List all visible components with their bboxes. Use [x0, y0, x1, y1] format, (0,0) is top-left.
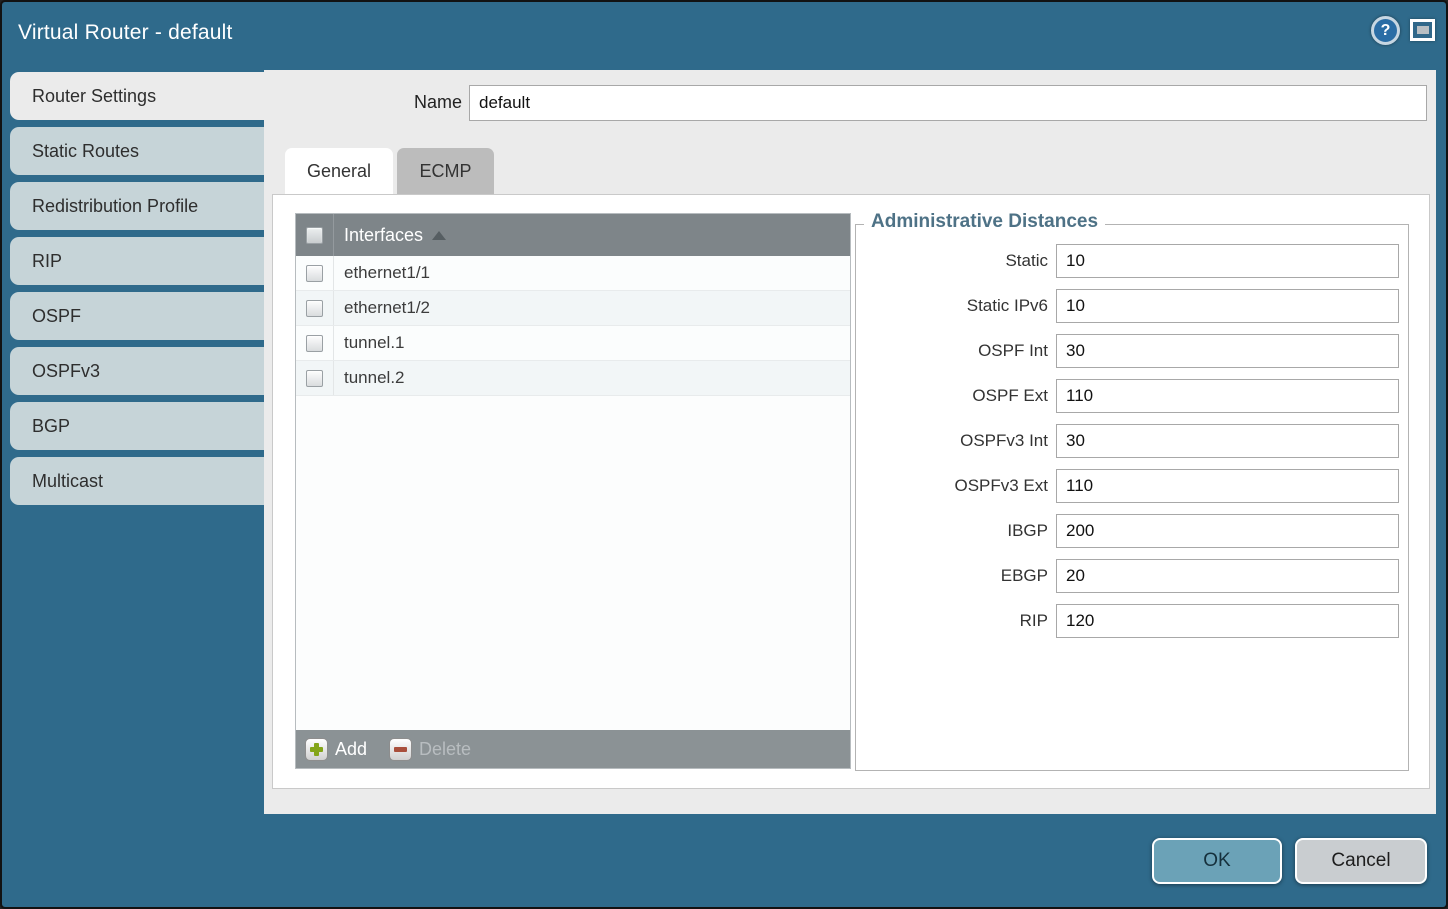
table-row[interactable]: ethernet1/2 [296, 291, 850, 326]
sidebar-item-rip[interactable]: RIP [10, 237, 264, 285]
plus-icon [305, 738, 328, 761]
ospf-ext-label: OSPF Ext [856, 379, 1048, 413]
virtual-router-dialog: Virtual Router - default ? Router Settin… [0, 0, 1448, 909]
field-row: OSPF Ext [856, 379, 1408, 413]
ebgp-input[interactable] [1056, 559, 1399, 593]
row-checkbox[interactable] [306, 370, 323, 387]
ospfv3-ext-input[interactable] [1056, 469, 1399, 503]
interfaces-table-body: ethernet1/1 ethernet1/2 tunnel.1 [296, 256, 850, 730]
field-row: EBGP [856, 559, 1408, 593]
field-row: OSPFv3 Ext [856, 469, 1408, 503]
interface-name: tunnel.1 [334, 326, 405, 360]
row-checkbox-cell [296, 326, 334, 360]
sidebar-item-static-routes[interactable]: Static Routes [10, 127, 264, 175]
field-row: Static IPv6 [856, 289, 1408, 323]
add-button-label: Add [335, 739, 367, 760]
static-label: Static [856, 244, 1048, 278]
dialog-title: Virtual Router - default [18, 21, 233, 45]
window-restore-icon[interactable] [1410, 19, 1435, 41]
ibgp-label: IBGP [856, 514, 1048, 548]
interfaces-column-header[interactable]: Interfaces [334, 225, 423, 246]
minus-icon [389, 738, 412, 761]
ospf-int-input[interactable] [1056, 334, 1399, 368]
field-row: RIP [856, 604, 1408, 638]
static-ipv6-input[interactable] [1056, 289, 1399, 323]
field-row: OSPFv3 Int [856, 424, 1408, 458]
rip-input[interactable] [1056, 604, 1399, 638]
sidebar-item-router-settings[interactable]: Router Settings [10, 72, 264, 120]
sidebar-item-ospfv3[interactable]: OSPFv3 [10, 347, 264, 395]
ospfv3-int-label: OSPFv3 Int [856, 424, 1048, 458]
ospfv3-ext-label: OSPFv3 Ext [856, 469, 1048, 503]
static-input[interactable] [1056, 244, 1399, 278]
rip-label: RIP [856, 604, 1048, 638]
interfaces-table-footer: Add Delete [296, 730, 850, 768]
static-ipv6-label: Static IPv6 [856, 289, 1048, 323]
interfaces-table-header: Interfaces [296, 214, 850, 256]
ok-button[interactable]: OK [1152, 838, 1282, 884]
administrative-distances-rows: Static Static IPv6 OSPF Int OSPF Ext [856, 225, 1408, 638]
ibgp-input[interactable] [1056, 514, 1399, 548]
table-row[interactable]: ethernet1/1 [296, 256, 850, 291]
sidebar-item-redistribution-profile[interactable]: Redistribution Profile [10, 182, 264, 230]
general-tab-content: Interfaces ethernet1/1 ethernet [272, 194, 1430, 789]
cancel-button[interactable]: Cancel [1295, 838, 1427, 884]
field-row: IBGP [856, 514, 1408, 548]
name-label: Name [360, 85, 462, 120]
sidebar-item-ospf[interactable]: OSPF [10, 292, 264, 340]
window-restore-icon-inner [1417, 26, 1429, 34]
interface-name: ethernet1/1 [334, 256, 430, 290]
ospf-ext-input[interactable] [1056, 379, 1399, 413]
table-row[interactable]: tunnel.1 [296, 326, 850, 361]
ospf-int-label: OSPF Int [856, 334, 1048, 368]
help-icon[interactable]: ? [1371, 16, 1400, 45]
row-checkbox-cell [296, 256, 334, 290]
row-checkbox-cell [296, 291, 334, 325]
ebgp-label: EBGP [856, 559, 1048, 593]
administrative-distances-legend: Administrative Distances [864, 211, 1105, 233]
sidebar-item-multicast[interactable]: Multicast [10, 457, 264, 505]
tab-general[interactable]: General [285, 148, 393, 194]
row-checkbox-cell [296, 361, 334, 395]
field-row: OSPF Int [856, 334, 1408, 368]
interfaces-table: Interfaces ethernet1/1 ethernet [295, 213, 851, 769]
delete-button[interactable]: Delete [389, 738, 471, 761]
select-all-cell [296, 214, 334, 256]
sidebar: Router Settings Static Routes Redistribu… [10, 72, 264, 512]
row-checkbox[interactable] [306, 335, 323, 352]
interface-name: ethernet1/2 [334, 291, 430, 325]
delete-button-label: Delete [419, 739, 471, 760]
dialog-titlebar: Virtual Router - default ? [2, 2, 1446, 69]
row-checkbox[interactable] [306, 265, 323, 282]
add-button[interactable]: Add [305, 738, 367, 761]
select-all-checkbox[interactable] [306, 227, 323, 244]
ospfv3-int-input[interactable] [1056, 424, 1399, 458]
sort-ascending-icon[interactable] [432, 231, 446, 240]
router-settings-panel: Name General ECMP Interfaces [264, 70, 1436, 814]
sidebar-item-bgp[interactable]: BGP [10, 402, 264, 450]
field-row: Static [856, 244, 1408, 278]
row-checkbox[interactable] [306, 300, 323, 317]
tab-ecmp[interactable]: ECMP [397, 148, 494, 194]
administrative-distances-group: Administrative Distances Static Static I… [855, 224, 1409, 771]
table-row[interactable]: tunnel.2 [296, 361, 850, 396]
name-input[interactable] [469, 85, 1427, 121]
interface-name: tunnel.2 [334, 361, 405, 395]
